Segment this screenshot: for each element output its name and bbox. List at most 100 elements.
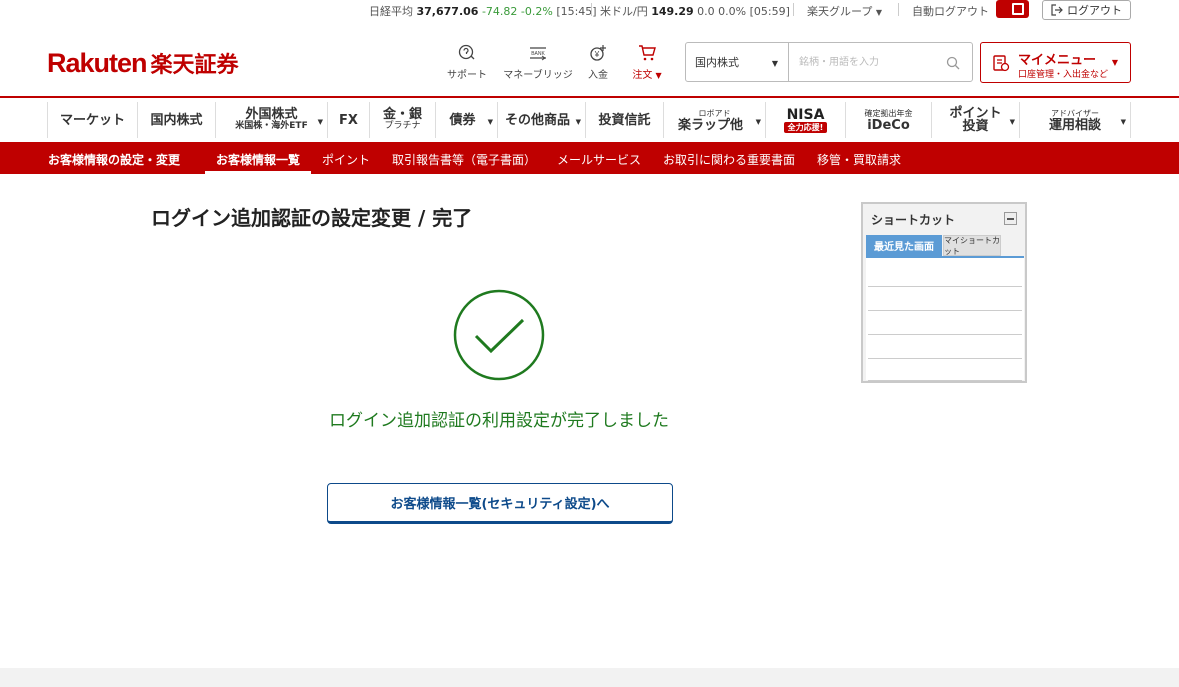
nav-sublabel: 投資	[962, 119, 989, 134]
sub-nav-customer-info[interactable]: お客様情報一覧	[216, 151, 300, 168]
nav-domestic-stocks[interactable]: 国内株式	[137, 102, 215, 138]
usdjpy-label: 米ドル/円	[600, 5, 648, 18]
nav-toplabel: ロボアド	[698, 108, 731, 118]
my-menu-subtitle: 口座管理・入出金など	[1018, 70, 1109, 80]
footer-band	[0, 668, 1179, 687]
tab-my-shortcuts[interactable]: マイショートカット	[943, 235, 1001, 256]
nikkei-change: -74.82 -0.2%	[481, 5, 553, 18]
search-category-select[interactable]: 国内株式 ▼	[685, 42, 789, 82]
sub-nav-trade-reports[interactable]: 取引報告書等（電子書面）	[392, 151, 536, 168]
nav-ideco[interactable]: 確定拠出年金 iDeCo	[845, 102, 931, 138]
checkmark-icon	[453, 289, 545, 381]
tab-recent-screens[interactable]: 最近見た画面	[866, 235, 942, 256]
support-link[interactable]: サポート	[432, 44, 502, 81]
nikkei-ticker: 日経平均 37,677.06 -74.82 -0.2% [15:45]	[369, 3, 597, 19]
sub-nav-important-documents[interactable]: お取引に関わる重要書面	[663, 151, 795, 168]
nav-label: 国内株式	[150, 112, 203, 128]
sub-nav-points[interactable]: ポイント	[322, 151, 370, 168]
logo-text-en: Rakuten	[47, 48, 148, 78]
list-item	[868, 334, 1022, 335]
chevron-down-icon: ▼	[1120, 118, 1126, 126]
nav-label: 楽ラップ他	[677, 117, 743, 133]
order-menu[interactable]: 注文 ▼	[612, 44, 682, 81]
nav-label: FX	[339, 112, 358, 128]
nav-nisa[interactable]: NISA 全力応援!	[765, 102, 845, 138]
chevron-down-icon: ▼	[1009, 118, 1015, 126]
bank-icon: BANK	[530, 47, 546, 61]
auto-logout-label: 自動ログアウト	[912, 5, 989, 18]
logout-label: ログアウト	[1067, 4, 1122, 17]
chevron-down-icon: ▼	[771, 59, 778, 68]
auto-logout-toggle[interactable]	[996, 0, 1029, 18]
sub-nav-mail-service[interactable]: メールサービス	[557, 151, 641, 168]
nav-point-investment[interactable]: ポイント 投資 ▼	[931, 102, 1019, 138]
chevron-down-icon: ▼	[1111, 58, 1118, 67]
nav-foreign-stocks[interactable]: 外国株式 米国株・海外ETF ▼	[215, 102, 327, 138]
nav-label: 運用相談	[1048, 117, 1101, 133]
nav-toplabel: アドバイザー	[1051, 108, 1099, 118]
nav-label: 投資信託	[598, 112, 651, 128]
usdjpy-change: 0.0 0.0%	[697, 5, 747, 18]
my-menu-title: マイメニュー	[1018, 53, 1097, 68]
my-menu-button[interactable]: マイメニュー 口座管理・入出金など ▼	[980, 42, 1131, 83]
usdjpy-time: [05:59]	[749, 5, 790, 18]
logout-icon	[1051, 4, 1063, 16]
nav-label: iDeCo	[867, 117, 910, 133]
nisa-badge: 全力応援!	[783, 121, 828, 133]
nav-toplabel: 確定拠出年金	[864, 108, 913, 118]
page-title: ログイン追加認証の設定変更 / 完了	[151, 206, 473, 230]
nav-advisor[interactable]: アドバイザー 運用相談 ▼	[1019, 102, 1131, 138]
chevron-down-icon: ▼	[755, 118, 761, 126]
chevron-down-icon: ▼	[875, 8, 882, 17]
list-item	[868, 358, 1022, 359]
header-divider	[0, 96, 1179, 98]
nav-fx[interactable]: FX	[327, 102, 369, 138]
nav-sublabel: 米国株・海外ETF	[235, 121, 308, 131]
global-nav: マーケット 国内株式 外国株式 米国株・海外ETF ▼ FX 金・銀 プラチナ 債券 ▼…	[47, 102, 1131, 138]
ticker-divider	[591, 3, 592, 16]
rakuten-logo[interactable]: Rakuten 楽天証券	[47, 47, 239, 79]
list-item	[868, 286, 1022, 287]
usdjpy-ticker: 米ドル/円 149.29 0.0 0.0% [05:59]	[600, 3, 790, 19]
collapse-icon[interactable]	[1004, 212, 1017, 225]
logo-text-jp: 楽天証券	[150, 52, 239, 77]
nav-market[interactable]: マーケット	[47, 102, 137, 138]
chevron-down-icon: ▼	[317, 118, 323, 126]
list-item	[868, 380, 1022, 381]
search-icon[interactable]	[946, 56, 960, 70]
nav-label: 債券	[449, 112, 476, 128]
account-icon	[993, 55, 1010, 72]
nav-gold-silver[interactable]: 金・銀 プラチナ	[369, 102, 435, 138]
list-item	[868, 310, 1022, 311]
nav-label: その他商品	[504, 112, 570, 128]
svg-text:¥: ¥	[594, 50, 600, 59]
nav-label: 外国株式	[245, 107, 298, 122]
nikkei-label: 日経平均	[369, 5, 413, 18]
nav-mutual-funds[interactable]: 投資信託	[585, 102, 663, 138]
nav-label: 金・銀	[382, 107, 422, 122]
rakuten-group-link[interactable]: 楽天グループ ▼	[807, 3, 882, 19]
nisa-logo: NISA	[786, 106, 825, 123]
customer-info-security-button[interactable]: お客様情報一覧(セキュリティ設定)へ	[327, 483, 673, 524]
nav-bonds[interactable]: 債券 ▼	[435, 102, 497, 138]
support-label: サポート	[447, 70, 487, 81]
nav-sublabel: プラチナ	[384, 121, 421, 131]
sub-nav-transfer-request[interactable]: 移管・買取請求	[817, 151, 901, 168]
nav-robo-advisor[interactable]: ロボアド 楽ラップ他 ▼	[663, 102, 765, 138]
shortcut-title: ショートカット	[871, 213, 956, 227]
deposit-icon: ¥	[590, 45, 606, 61]
chevron-down-icon: ▼	[487, 118, 493, 126]
logout-button[interactable]: ログアウト	[1042, 0, 1131, 20]
completion-message: ログイン追加認証の利用設定が完了しました	[329, 411, 669, 431]
ticker-divider	[793, 3, 794, 16]
usdjpy-value: 149.29	[651, 5, 694, 18]
support-icon	[458, 44, 475, 60]
sub-nav-section-title: お客様情報の設定・変更	[48, 153, 181, 167]
search-input[interactable]	[799, 43, 944, 81]
svg-text:BANK: BANK	[531, 51, 545, 57]
order-label: 注文	[632, 70, 653, 81]
market-ticker: 日経平均 37,677.06 -74.82 -0.2% [15:45] 米ドル/…	[0, 0, 1179, 20]
rakuten-group-label: 楽天グループ	[807, 5, 873, 18]
nav-other-products[interactable]: その他商品 ▼	[497, 102, 585, 138]
chevron-down-icon: ▼	[575, 118, 581, 126]
